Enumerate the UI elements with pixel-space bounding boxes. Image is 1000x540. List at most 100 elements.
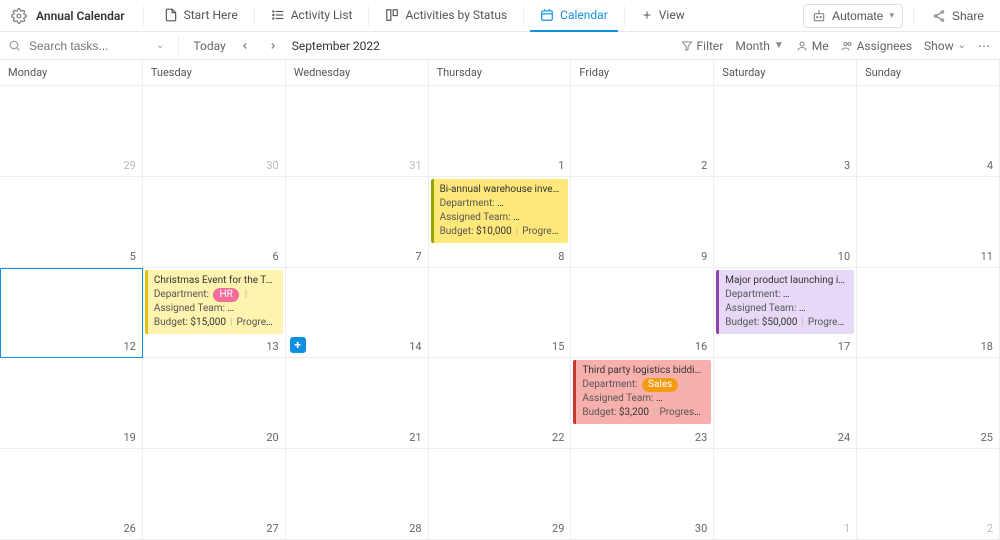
calendar-cell[interactable]: 9 (571, 177, 714, 268)
calendar-cell[interactable]: Third party logistics bidding activityDe… (571, 358, 714, 449)
assignees-label: Assignees (857, 39, 912, 53)
next-month-button[interactable] (264, 39, 282, 53)
calendar-cell[interactable]: 3 (714, 86, 857, 177)
calendar-cell[interactable]: 15 (429, 268, 572, 359)
calendar-cell[interactable]: 25 (857, 358, 1000, 449)
calendar-cell[interactable]: 28 (286, 449, 429, 540)
event-budget-label: Budget: (582, 407, 616, 418)
day-number: 2 (987, 522, 993, 535)
today-button[interactable]: Today (193, 39, 225, 53)
day-number: 26 (123, 522, 135, 535)
right-tools: Filter Month ▼ Me Assignees Show ⌄ ⋯ (681, 39, 992, 53)
day-number: 11 (981, 250, 993, 263)
calendar-grid: 2930311234567Bi-annual warehouse invento… (0, 86, 1000, 540)
add-event-button[interactable]: + (290, 337, 306, 353)
more-menu[interactable]: ⋯ (978, 39, 992, 53)
calendar-cell[interactable]: 12 (0, 268, 143, 359)
calendar-cell[interactable]: 24 (714, 358, 857, 449)
calendar-cell[interactable]: 26 (0, 449, 143, 540)
plus-icon (641, 9, 653, 21)
prev-month-button[interactable] (236, 39, 254, 53)
calendar-cell[interactable]: 20 (143, 358, 286, 449)
view-mode-select[interactable]: Month ▼ (735, 39, 783, 53)
day-number: 31 (409, 159, 421, 172)
calendar-event[interactable]: Third party logistics bidding activityDe… (573, 360, 711, 424)
tab-label: Activities by Status (405, 8, 507, 22)
calendar-event[interactable]: Major product launching in New York City… (716, 270, 854, 334)
chevron-down-icon: ⌄ (958, 40, 966, 51)
calendar-cell[interactable]: 27 (143, 449, 286, 540)
calendar-cell[interactable]: 11 (857, 177, 1000, 268)
day-number: 4 (987, 159, 993, 172)
list-icon (271, 8, 285, 22)
calendar-cell[interactable]: +14 (286, 268, 429, 359)
calendar-cell[interactable]: 21 (286, 358, 429, 449)
day-number: 16 (695, 340, 707, 353)
calendar-cell[interactable]: 7 (286, 177, 429, 268)
calendar-cell[interactable]: Christmas Event for the Team MembersDepa… (143, 268, 286, 359)
calendar-cell[interactable]: 5 (0, 177, 143, 268)
calendar-cell[interactable]: 1 (714, 449, 857, 540)
calendar-cell[interactable]: 29 (0, 86, 143, 177)
event-budget: $50,000 (762, 317, 798, 328)
calendar-cell[interactable]: 29 (429, 449, 572, 540)
tab-view[interactable]: View (631, 0, 695, 32)
tab-start-here[interactable]: Start Here (154, 0, 248, 32)
event-progress-label: Progress: (522, 226, 562, 237)
day-header-cell: Saturday (714, 60, 857, 86)
search-wrap (8, 38, 148, 54)
day-number: 13 (266, 340, 278, 353)
calendar-cell[interactable]: 30 (571, 449, 714, 540)
calendar-cell[interactable]: 30 (143, 86, 286, 177)
chevron-down-icon: ▾ (889, 10, 894, 21)
assignees-filter[interactable]: Assignees (841, 39, 912, 53)
event-dept-label: Department: (440, 198, 495, 209)
day-header-row: MondayTuesdayWednesdayThursdayFridaySatu… (0, 60, 1000, 86)
event-budget: $10,000 (476, 226, 512, 237)
day-number: 24 (838, 431, 850, 444)
calendar-cell[interactable]: Major product launching in New York City… (714, 268, 857, 359)
automate-button[interactable]: Automate ▾ (803, 4, 903, 28)
calendar-event[interactable]: Christmas Event for the Team MembersDepa… (145, 270, 283, 334)
calendar-cell[interactable]: 10 (714, 177, 857, 268)
calendar-cell[interactable]: 31 (286, 86, 429, 177)
calendar-cell[interactable]: 6 (143, 177, 286, 268)
search-expand-icon[interactable]: ⌄ (156, 40, 164, 51)
calendar-cell[interactable]: Bi-annual warehouse inventory for spare … (429, 177, 572, 268)
calendar-cell[interactable]: 18 (857, 268, 1000, 359)
dept-chip: Sales (642, 378, 678, 392)
day-number: 25 (981, 431, 993, 444)
tab-activities-by-status[interactable]: Activities by Status (375, 0, 517, 32)
calendar-cell[interactable]: 2 (571, 86, 714, 177)
day-number: 19 (123, 431, 135, 444)
event-dept-label: Department: (725, 289, 780, 300)
event-team-label: Assigned Team: (725, 303, 796, 314)
day-number: 17 (838, 340, 850, 353)
calendar-cell[interactable]: 19 (0, 358, 143, 449)
tab-label: Calendar (560, 8, 608, 22)
filter-button[interactable]: Filter (681, 39, 724, 53)
calendar-cell[interactable]: 1 (429, 86, 572, 177)
share-icon (932, 9, 946, 23)
calendar-cell[interactable]: 22 (429, 358, 572, 449)
event-team-label: Assigned Team: (440, 212, 511, 223)
day-number: 23 (695, 431, 707, 444)
month-label: September 2022 (292, 39, 380, 53)
event-title: Major product launching in New York City (725, 274, 848, 288)
event-budget: $15,000 (190, 317, 226, 328)
share-button[interactable]: Share (924, 5, 992, 27)
app-settings-icon[interactable] (8, 5, 30, 27)
day-header-cell: Thursday (429, 60, 572, 86)
calendar-cell[interactable]: 2 (857, 449, 1000, 540)
me-filter[interactable]: Me (796, 39, 829, 53)
calendar-event[interactable]: Bi-annual warehouse inventory for spare … (431, 179, 569, 243)
calendar-cell[interactable]: 16 (571, 268, 714, 359)
event-progress-label: Progress: (659, 407, 701, 418)
event-title: Bi-annual warehouse inventory for spare … (440, 183, 563, 197)
show-options[interactable]: Show ⌄ (924, 39, 966, 53)
tab-calendar[interactable]: Calendar (530, 0, 618, 32)
calendar-cell[interactable]: 4 (857, 86, 1000, 177)
search-input[interactable] (27, 38, 127, 54)
tab-activity-list[interactable]: Activity List (261, 0, 363, 32)
event-budget-label: Budget: (154, 317, 188, 328)
